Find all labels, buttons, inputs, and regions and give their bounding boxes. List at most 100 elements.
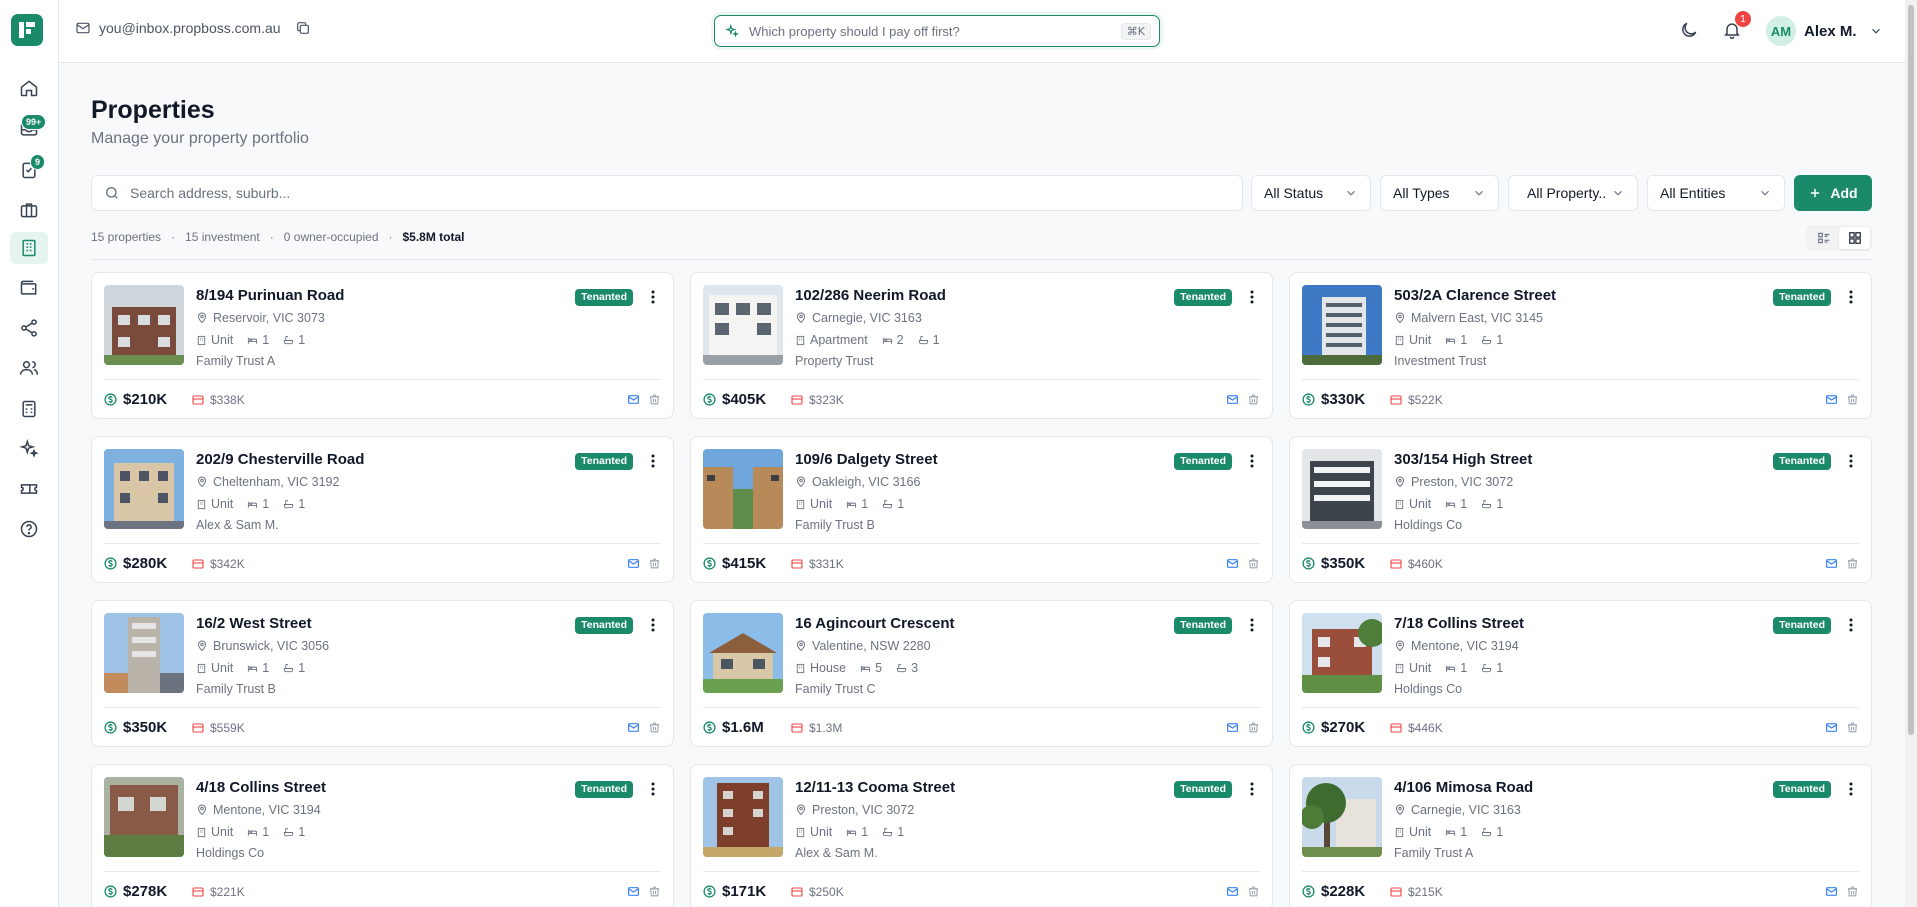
more-options-icon[interactable] bbox=[645, 779, 661, 799]
property-type: Unit bbox=[810, 825, 833, 839]
property-address: 12/11-13 Cooma Street bbox=[795, 779, 956, 796]
archive-icon[interactable] bbox=[648, 393, 661, 406]
mail-icon[interactable] bbox=[627, 885, 640, 898]
mail-icon[interactable] bbox=[1226, 721, 1239, 734]
status-filter[interactable]: All Status bbox=[1251, 175, 1371, 211]
more-options-icon[interactable] bbox=[1244, 779, 1260, 799]
entity-filter[interactable]: All Entities bbox=[1647, 175, 1785, 211]
property-address: 202/9 Chesterville Road bbox=[196, 451, 365, 468]
tickets-icon[interactable] bbox=[10, 473, 48, 505]
value-amount: $280K bbox=[123, 555, 168, 572]
property-card[interactable]: 303/154 High Street Preston, VIC 3072 Un… bbox=[1289, 436, 1872, 583]
property-card[interactable]: 4/106 Mimosa Road Carnegie, VIC 3163 Uni… bbox=[1289, 764, 1872, 907]
mail-icon[interactable] bbox=[627, 557, 640, 570]
property-type: House bbox=[810, 661, 847, 675]
sparkles-icon[interactable] bbox=[10, 433, 48, 465]
bath-icon bbox=[1482, 335, 1492, 344]
type-filter[interactable]: All Types bbox=[1380, 175, 1499, 211]
archive-icon[interactable] bbox=[1846, 557, 1859, 570]
mail-icon[interactable] bbox=[1825, 393, 1838, 406]
inbox-badge: 99+ bbox=[21, 114, 47, 130]
archive-icon[interactable] bbox=[1247, 393, 1260, 406]
status-badge: Tenanted bbox=[575, 289, 633, 306]
bath-count: 3 bbox=[911, 661, 919, 675]
more-options-icon[interactable] bbox=[1244, 615, 1260, 635]
mail-icon[interactable] bbox=[1226, 885, 1239, 898]
property-card[interactable]: 8/194 Purinuan Road Reservoir, VIC 3073 … bbox=[91, 272, 674, 419]
loan-amount: $331K bbox=[809, 557, 844, 571]
archive-icon[interactable] bbox=[1247, 557, 1260, 570]
home-icon[interactable] bbox=[10, 72, 48, 104]
calculator-icon[interactable] bbox=[10, 393, 48, 425]
archive-icon[interactable] bbox=[1846, 393, 1859, 406]
mail-icon[interactable] bbox=[1226, 557, 1239, 570]
loan-amount: $323K bbox=[809, 393, 844, 407]
property-photo bbox=[104, 449, 184, 529]
property-location: Carnegie, VIC 3163 bbox=[1394, 803, 1521, 817]
user-menu[interactable]: AM Alex M. bbox=[1766, 16, 1883, 46]
mail-icon[interactable] bbox=[1825, 885, 1838, 898]
archive-icon[interactable] bbox=[1247, 721, 1260, 734]
more-options-icon[interactable] bbox=[645, 615, 661, 635]
archive-icon[interactable] bbox=[1846, 721, 1859, 734]
archive-icon[interactable] bbox=[648, 557, 661, 570]
properties-icon[interactable] bbox=[10, 232, 48, 264]
pin-icon bbox=[1395, 312, 1405, 324]
more-options-icon[interactable] bbox=[645, 451, 661, 471]
search-input[interactable] bbox=[130, 185, 1242, 201]
property-card[interactable]: 16/2 West Street Brunswick, VIC 3056 Uni… bbox=[91, 600, 674, 747]
ai-search-bar[interactable]: Which property should I pay off first? ⌘… bbox=[714, 15, 1160, 47]
copy-icon[interactable] bbox=[295, 20, 311, 36]
pin-icon bbox=[1395, 640, 1405, 652]
property-card[interactable]: 109/6 Dalgety Street Oakleigh, VIC 3166 … bbox=[690, 436, 1273, 583]
email-address: you@inbox.propboss.com.au bbox=[99, 20, 281, 36]
location-text: Oakleigh, VIC 3166 bbox=[812, 475, 921, 489]
more-options-icon[interactable] bbox=[1843, 287, 1859, 307]
plus-icon bbox=[1811, 188, 1820, 198]
status-badge: Tenanted bbox=[1773, 453, 1831, 470]
property-location: Brunswick, VIC 3056 bbox=[196, 639, 329, 653]
archive-icon[interactable] bbox=[648, 721, 661, 734]
app-logo[interactable] bbox=[11, 14, 43, 46]
property-card[interactable]: 4/18 Collins Street Mentone, VIC 3194 Un… bbox=[91, 764, 674, 907]
property-card[interactable]: 7/18 Collins Street Mentone, VIC 3194 Un… bbox=[1289, 600, 1872, 747]
property-filter[interactable]: All Property.. bbox=[1508, 175, 1638, 211]
property-card[interactable]: 202/9 Chesterville Road Cheltenham, VIC … bbox=[91, 436, 674, 583]
mail-icon[interactable] bbox=[1226, 393, 1239, 406]
mail-icon[interactable] bbox=[627, 721, 640, 734]
more-options-icon[interactable] bbox=[645, 287, 661, 307]
property-card[interactable]: 503/2A Clarence Street Malvern East, VIC… bbox=[1289, 272, 1872, 419]
more-options-icon[interactable] bbox=[1244, 287, 1260, 307]
grid-view-icon[interactable] bbox=[1839, 227, 1870, 249]
briefcase-icon[interactable] bbox=[10, 194, 48, 226]
bath-icon bbox=[883, 827, 893, 836]
wallet-icon[interactable] bbox=[10, 272, 48, 304]
loan-balance: $323K bbox=[791, 393, 844, 407]
archive-icon[interactable] bbox=[1846, 885, 1859, 898]
archive-icon[interactable] bbox=[1247, 885, 1260, 898]
property-card[interactable]: 16 Agincourt Crescent Valentine, NSW 228… bbox=[690, 600, 1273, 747]
more-options-icon[interactable] bbox=[1843, 779, 1859, 799]
dollar-icon bbox=[1302, 557, 1315, 570]
list-view-icon[interactable] bbox=[1808, 227, 1839, 249]
more-options-icon[interactable] bbox=[1244, 451, 1260, 471]
mail-icon[interactable] bbox=[627, 393, 640, 406]
archive-icon[interactable] bbox=[648, 885, 661, 898]
property-card[interactable]: 12/11-13 Cooma Street Preston, VIC 3072 … bbox=[690, 764, 1273, 907]
more-options-icon[interactable] bbox=[1843, 451, 1859, 471]
help-icon[interactable] bbox=[10, 513, 48, 545]
property-search[interactable] bbox=[91, 175, 1243, 211]
more-options-icon[interactable] bbox=[1843, 615, 1859, 635]
loan-balance: $522K bbox=[1390, 393, 1443, 407]
share-icon[interactable] bbox=[10, 312, 48, 344]
mail-icon[interactable] bbox=[1825, 557, 1838, 570]
investment-count: 15 investment bbox=[185, 230, 260, 244]
users-icon[interactable] bbox=[10, 352, 48, 384]
mail-icon[interactable] bbox=[1825, 721, 1838, 734]
property-card[interactable]: 102/286 Neerim Road Carnegie, VIC 3163 A… bbox=[690, 272, 1273, 419]
card-footer: $350K $460K bbox=[1302, 543, 1859, 583]
scrollbar[interactable] bbox=[1905, 0, 1917, 907]
card-actions bbox=[627, 885, 661, 898]
dark-mode-icon[interactable] bbox=[1679, 20, 1699, 40]
add-property-button[interactable]: Add bbox=[1794, 175, 1872, 211]
